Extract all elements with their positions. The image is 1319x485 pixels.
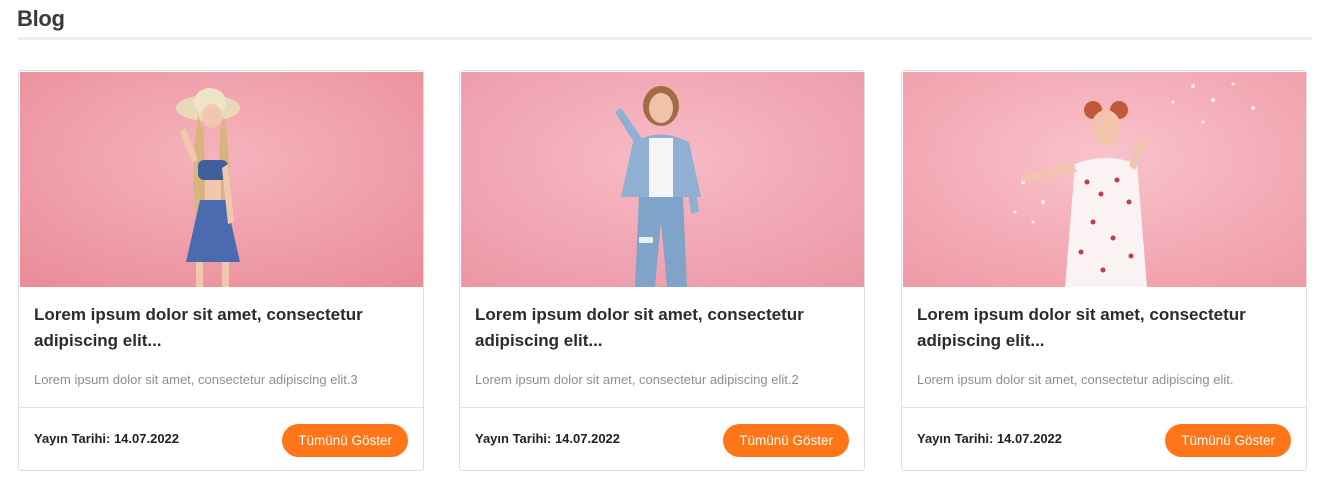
- blog-card-title[interactable]: Lorem ipsum dolor sit amet, consectetur …: [34, 302, 414, 354]
- card-divider: [19, 407, 423, 408]
- blog-card-image[interactable]: [20, 72, 423, 287]
- show-all-button[interactable]: Tümünü Göster: [723, 424, 849, 457]
- blog-section-header: Blog: [17, 0, 1312, 40]
- blog-card-description: Lorem ipsum dolor sit amet, consectetur …: [917, 372, 1234, 387]
- blog-card-date: Yayın Tarihi: 14.07.2022: [475, 431, 621, 446]
- blog-card-description: Lorem ipsum dolor sit amet, consectetur …: [34, 372, 358, 387]
- show-all-button[interactable]: Tümünü Göster: [1165, 424, 1291, 457]
- blog-card-date: Yayın Tarihi: 14.07.2022: [917, 431, 1063, 446]
- section-title: Blog: [17, 6, 65, 31]
- blog-card[interactable]: Lorem ipsum dolor sit amet, consectetur …: [18, 70, 424, 471]
- blog-card-title[interactable]: Lorem ipsum dolor sit amet, consectetur …: [475, 302, 855, 354]
- blog-card-date: Yayın Tarihi: 14.07.2022: [34, 431, 180, 446]
- blog-card-image[interactable]: [903, 72, 1306, 287]
- blog-card[interactable]: Lorem ipsum dolor sit amet, consectetur …: [901, 70, 1307, 471]
- show-all-button[interactable]: Tümünü Göster: [282, 424, 408, 457]
- blog-card-image[interactable]: [461, 72, 864, 287]
- card-divider: [902, 407, 1306, 408]
- blog-card-description: Lorem ipsum dolor sit amet, consectetur …: [475, 372, 799, 387]
- blog-card[interactable]: Lorem ipsum dolor sit amet, consectetur …: [459, 70, 865, 471]
- blog-card-title[interactable]: Lorem ipsum dolor sit amet, consectetur …: [917, 302, 1297, 354]
- card-divider: [460, 407, 864, 408]
